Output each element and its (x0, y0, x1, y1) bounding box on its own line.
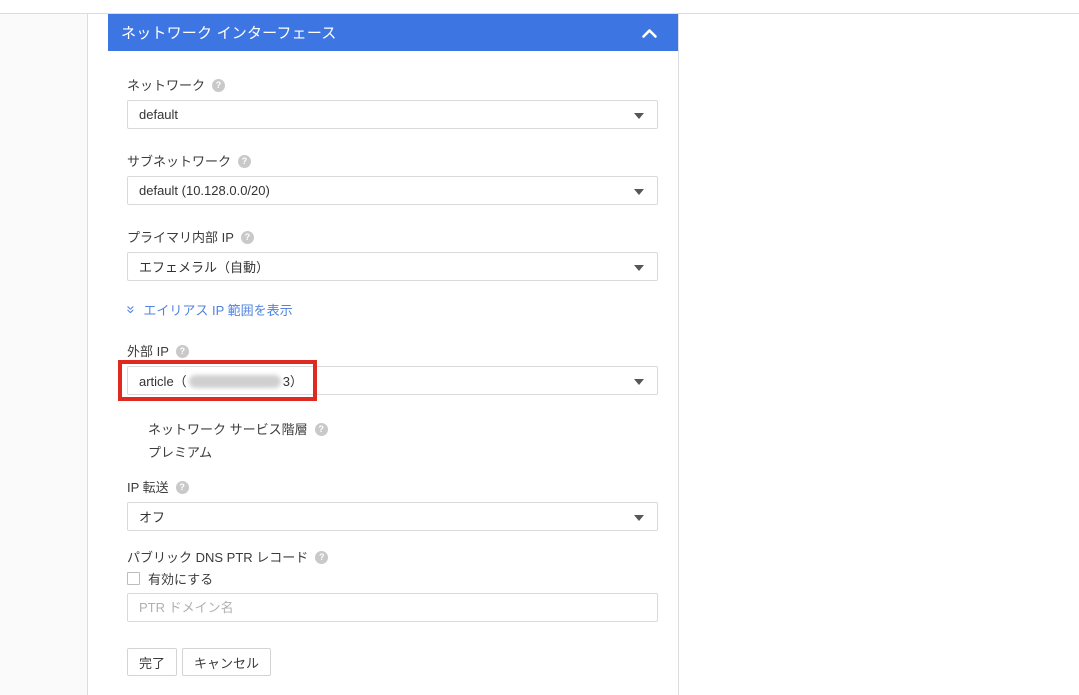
dropdown-caret-icon (634, 113, 644, 119)
enable-ptr-checkbox[interactable] (127, 572, 140, 585)
ip-forwarding-select-value: オフ (139, 507, 165, 526)
ip-forwarding-select[interactable]: オフ (127, 502, 658, 531)
public-dns-ptr-field: パブリック DNS PTR レコード ? 有効にする (127, 550, 658, 622)
network-interface-panel: ネットワーク インターフェース ネットワーク ? default (108, 14, 678, 695)
network-field: ネットワーク ? default (127, 78, 658, 129)
network-select-value: default (139, 107, 178, 122)
help-icon[interactable]: ? (241, 231, 254, 244)
action-buttons: 完了 キャンセル (127, 648, 658, 676)
help-icon[interactable]: ? (176, 345, 189, 358)
network-service-tier-value: プレミアム (148, 442, 658, 461)
help-icon[interactable]: ? (238, 155, 251, 168)
network-select[interactable]: default (127, 100, 658, 129)
help-icon[interactable]: ? (315, 551, 328, 564)
page: ネットワーク インターフェース ネットワーク ? default (0, 0, 1079, 695)
public-dns-ptr-label: パブリック DNS PTR レコード (127, 550, 308, 565)
external-ip-select-value: article（3） (139, 371, 303, 390)
collapse-section-button[interactable] (640, 24, 658, 42)
panel-body: ネットワーク ? default サブネットワーク ? default (10.… (108, 51, 678, 676)
dropdown-caret-icon (634, 265, 644, 271)
left-rail (0, 14, 88, 695)
ptr-domain-input[interactable] (127, 593, 658, 622)
done-button[interactable]: 完了 (127, 648, 177, 676)
dropdown-caret-icon (634, 379, 644, 385)
network-service-tier-block: ネットワーク サービス階層 ? プレミアム (148, 422, 658, 461)
dropdown-caret-icon (634, 189, 644, 195)
chevron-up-icon (641, 27, 658, 39)
primary-internal-ip-label: プライマリ内部 IP (127, 230, 234, 245)
primary-internal-ip-select[interactable]: エフェメラル（自動） (127, 252, 658, 281)
external-ip-field: 外部 IP ? article（3） (127, 344, 658, 395)
panel-header[interactable]: ネットワーク インターフェース (108, 14, 678, 51)
network-service-tier-label: ネットワーク サービス階層 (148, 422, 308, 437)
subnetwork-label: サブネットワーク (127, 154, 231, 169)
alias-link-label: エイリアス IP 範囲を表示 (143, 300, 292, 319)
ip-forwarding-field: IP 転送 ? オフ (127, 480, 658, 531)
cancel-button[interactable]: キャンセル (182, 648, 271, 676)
show-alias-ip-ranges-link[interactable]: » エイリアス IP 範囲を表示 (127, 300, 658, 319)
subnetwork-field: サブネットワーク ? default (10.128.0.0/20) (127, 154, 658, 205)
dropdown-caret-icon (634, 515, 644, 521)
external-ip-select[interactable]: article（3） (127, 366, 658, 395)
subnetwork-select[interactable]: default (10.128.0.0/20) (127, 176, 658, 205)
panel-title: ネットワーク インターフェース (121, 22, 640, 43)
subnetwork-select-value: default (10.128.0.0/20) (139, 183, 270, 198)
external-ip-label: 外部 IP (127, 344, 169, 359)
help-icon[interactable]: ? (315, 423, 328, 436)
network-label: ネットワーク (127, 78, 205, 93)
redacted-ip-blur (189, 375, 281, 388)
enable-ptr-checkbox-label: 有効にする (148, 569, 213, 588)
content-right-divider (678, 14, 679, 695)
ip-forwarding-label: IP 転送 (127, 480, 169, 495)
help-icon[interactable]: ? (176, 481, 189, 494)
primary-internal-ip-field: プライマリ内部 IP ? エフェメラル（自動） (127, 230, 658, 281)
double-chevron-down-icon: » (125, 305, 138, 313)
primary-internal-ip-select-value: エフェメラル（自動） (139, 257, 269, 276)
help-icon[interactable]: ? (212, 79, 225, 92)
